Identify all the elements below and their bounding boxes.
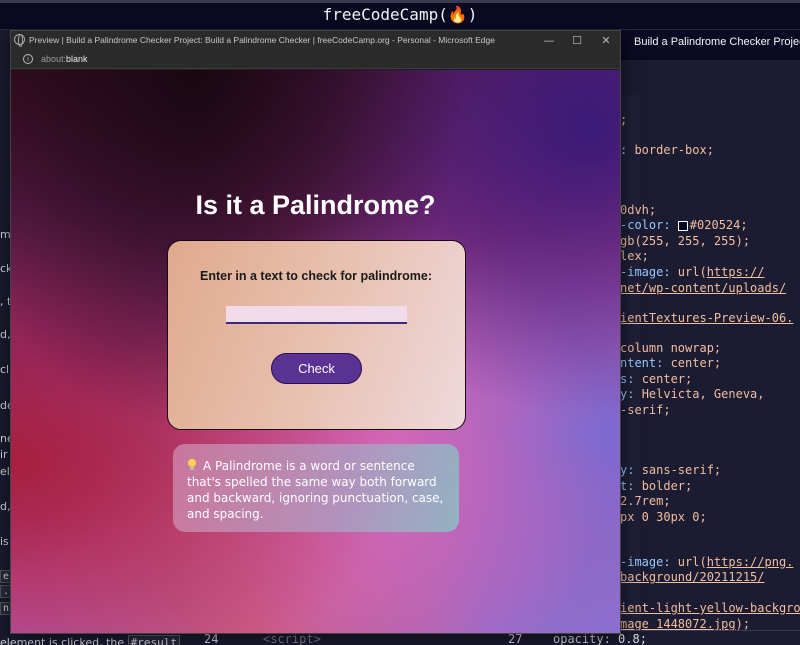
code-line: y: Helvicta, Geneva, [620, 387, 765, 401]
css-property: -image: [620, 555, 678, 569]
instruction-line: element is clicked, the #result [0, 635, 180, 645]
code-line: ntent: center; [620, 356, 721, 370]
code-line: -image: url(https:// [620, 265, 765, 279]
css-property: -image: [620, 265, 678, 279]
code-line: ; [620, 113, 627, 127]
inline-code: #result [127, 635, 180, 645]
url-text[interactable]: about:blank [41, 54, 88, 64]
url-link[interactable]: mage_1448072.jpg [620, 617, 736, 631]
css-property: : [620, 143, 635, 157]
fcc-navbar: freeCodeCamp(🔥) [0, 0, 800, 30]
instruction-text: element is clicked, the [0, 636, 128, 645]
code-line: ient-light-yellow-backgrou [620, 601, 800, 615]
code-line: t: bolder; [620, 479, 692, 493]
code-editor[interactable] [620, 30, 800, 645]
css-value: center; [670, 356, 722, 370]
url-link[interactable]: ient-light-yellow-backgrou [620, 601, 800, 615]
code-line: ientTextures-Preview-06. [620, 311, 793, 325]
lightbulb-icon [187, 459, 197, 471]
project-header: Build a Palindrome Checker Project [620, 30, 800, 60]
palindrome-form-card: Enter in a text to check for palindrome:… [167, 240, 466, 430]
css-value: border-box; [634, 143, 714, 157]
top-divider [0, 0, 800, 3]
globe-icon [14, 34, 25, 47]
url-scheme: about: [41, 54, 67, 64]
maximize-button[interactable]: ☐ [567, 33, 587, 49]
address-bar[interactable]: i about:blank [11, 51, 620, 69]
input-label: Enter in a text to check for palindrome: [200, 269, 432, 283]
info-text-wrap: A Palindrome is a word or sentence that'… [187, 458, 449, 522]
css-value: sans-serif; [641, 463, 722, 477]
css-value: column nowrap; [620, 341, 722, 355]
code-line: px 0 30px 0; [620, 510, 707, 524]
text-input[interactable] [226, 306, 407, 324]
code-line: mage_1448072.jpg); [620, 617, 750, 631]
css-value: ); [735, 617, 751, 631]
url-link[interactable]: https:// [707, 265, 765, 279]
css-value: -serif; [620, 403, 671, 417]
color-swatch[interactable] [677, 220, 688, 231]
check-button[interactable]: Check [271, 353, 362, 384]
url-link[interactable]: background/20211215/ [620, 570, 765, 584]
css-property: s: [620, 372, 642, 386]
css-value: px 0 30px 0; [620, 510, 707, 524]
css-value: #020524; [689, 218, 748, 232]
css-property: y: [620, 463, 642, 477]
css-value: center; [641, 372, 693, 386]
css-value: url( [677, 555, 707, 569]
code-line: -color: #020524; [620, 218, 748, 232]
instruction-fragment: ir [0, 448, 8, 461]
css-value: lex; [620, 249, 649, 263]
css-value: 2.7rem; [620, 494, 671, 508]
minimize-button[interactable]: — [539, 33, 559, 49]
code-line: column nowrap; [620, 341, 721, 355]
info-text: A Palindrome is a word or sentence that'… [187, 459, 444, 521]
css-property: y: [620, 387, 642, 401]
page-title: Is it a Palindrome? [195, 190, 436, 220]
code-line: 2.7rem; [620, 494, 671, 508]
project-title: Build a Palindrome Checker Project [634, 36, 800, 48]
code-line: net/wp-content/uploads/ [620, 281, 786, 295]
fcc-logo[interactable]: freeCodeCamp(🔥) [0, 5, 800, 24]
code-line: s: center; [620, 372, 692, 386]
close-button[interactable]: ✕ [596, 33, 616, 49]
css-value: Helvicta, Geneva, [641, 387, 765, 401]
code-line: : border-box; [620, 143, 714, 157]
url-link[interactable]: ientTextures-Preview-06. [620, 311, 793, 325]
url-link[interactable]: net/wp-content/uploads/ [620, 281, 786, 295]
css-property: t: [620, 479, 642, 493]
url-link[interactable]: https://png. [707, 555, 794, 569]
window-titlebar[interactable]: Preview | Build a Palindrome Checker Pro… [11, 31, 620, 51]
window-title: Preview | Build a Palindrome Checker Pro… [29, 35, 495, 45]
code-line: 0dvh; [620, 203, 656, 217]
code-line: y: sans-serif; [620, 463, 721, 477]
info-box: A Palindrome is a word or sentence that'… [173, 444, 459, 532]
css-value: 0dvh; [620, 203, 657, 217]
css-value: gb(255, 255, 255); [620, 234, 751, 248]
css-value: url( [677, 265, 707, 279]
instruction-fragment: d, [0, 328, 11, 341]
code-line: gb(255, 255, 255); [620, 234, 750, 248]
edge-preview-window[interactable]: Preview | Build a Palindrome Checker Pro… [10, 30, 621, 634]
instruction-fragment: d, [0, 500, 11, 513]
code-line: lex; [620, 249, 649, 263]
css-value: ; [620, 113, 628, 127]
preview-viewport: Is it a Palindrome? Enter in a text to c… [11, 70, 620, 633]
css-property: ntent: [620, 356, 671, 370]
code-line: background/20211215/ [620, 570, 765, 584]
info-icon[interactable]: i [23, 54, 33, 64]
code-line: -serif; [620, 403, 671, 417]
css-property: -color: [620, 218, 678, 232]
url-host: blank [66, 54, 88, 64]
css-value: bolder; [641, 479, 693, 493]
code-line: -image: url(https://png. [620, 555, 793, 569]
